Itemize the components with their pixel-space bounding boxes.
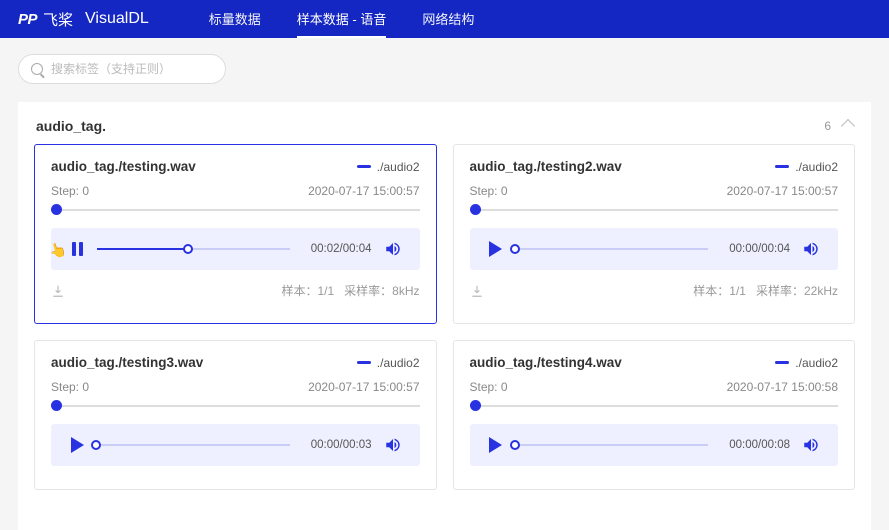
timestamp: 2020-07-17 15:00:57 [308,184,419,198]
brand: PP 飞桨 VisualDL [18,9,149,30]
run-color-icon [357,361,371,364]
play-pause-button[interactable] [488,241,504,257]
step-label: Step: 0 [51,184,89,198]
timestamp: 2020-07-17 15:00:57 [727,184,838,198]
play-pause-button[interactable] [488,437,504,453]
volume-button[interactable] [802,240,820,258]
card-title: audio_tag./testing4.wav [470,355,622,370]
rate-info: 采样率：22kHz [756,282,838,299]
collapse-icon[interactable] [841,119,855,133]
card-run: ./audio2 [775,160,838,174]
section-count: 6 [824,119,831,133]
download-icon[interactable] [51,284,65,298]
step-thumb[interactable] [470,204,481,215]
audio-time: 00:00/00:08 [720,439,790,451]
card-run: ./audio2 [357,160,420,174]
volume-icon [802,436,820,454]
play-pause-button[interactable] [69,241,85,257]
step-slider[interactable] [470,202,839,218]
volume-icon [802,240,820,258]
play-icon [489,241,502,257]
step-label: Step: 0 [470,380,508,394]
searchbar-wrap [0,38,889,94]
play-pause-button[interactable] [69,437,85,453]
sample-info: 样本：1/1 [693,282,746,299]
audio-player: 00:00/00:08 [470,424,839,466]
brand-logo: PP [18,11,37,28]
step-slider[interactable] [51,202,420,218]
rate-info: 采样率：8kHz [344,282,419,299]
card-run: ./audio2 [357,356,420,370]
volume-button[interactable] [384,436,402,454]
run-color-icon [357,165,371,168]
audio-card: audio_tag./testing2.wav ./audio2 Step: 0… [453,144,856,324]
pause-icon [72,242,83,256]
audio-card: audio_tag./testing4.wav ./audio2 Step: 0… [453,340,856,490]
audio-time: 00:02/00:04 [302,243,372,255]
step-thumb[interactable] [51,204,62,215]
tab-sample-audio[interactable]: 样本数据 - 语音 [297,0,387,38]
run-label: ./audio2 [377,160,420,174]
timestamp: 2020-07-17 15:00:57 [308,380,419,394]
audio-section: audio_tag. 6 audio_tag./testing.wav ./au… [18,102,871,530]
audio-thumb[interactable] [91,440,101,450]
section-title: audio_tag. [36,118,106,134]
step-slider[interactable] [51,398,420,414]
download-icon[interactable] [470,284,484,298]
play-icon [71,437,84,453]
card-run: ./audio2 [775,356,838,370]
run-label: ./audio2 [377,356,420,370]
run-label: ./audio2 [795,356,838,370]
audio-progress-slider[interactable] [516,438,709,452]
tab-scalar[interactable]: 标量数据 [209,0,261,38]
audio-card: audio_tag./testing.wav ./audio2 Step: 0 … [34,144,437,324]
audio-time: 00:00/00:03 [302,439,372,451]
top-navbar: PP 飞桨 VisualDL 标量数据 样本数据 - 语音 网络结构 [0,0,889,38]
volume-button[interactable] [802,436,820,454]
tab-graph[interactable]: 网络结构 [422,0,474,38]
audio-progress-slider[interactable] [516,242,709,256]
audio-player: 00:00/00:03 [51,424,420,466]
volume-icon [384,240,402,258]
search-input[interactable] [51,62,213,76]
audio-thumb[interactable] [510,244,520,254]
step-slider[interactable] [470,398,839,414]
search-icon [31,63,43,75]
step-thumb[interactable] [51,400,62,411]
audio-player: 00:02/00:04 👆 [51,228,420,270]
volume-icon [384,436,402,454]
timestamp: 2020-07-17 15:00:58 [727,380,838,394]
card-title: audio_tag./testing.wav [51,159,196,174]
play-icon [489,437,502,453]
audio-thumb[interactable] [510,440,520,450]
nav-tabs: 标量数据 样本数据 - 语音 网络结构 [209,0,475,38]
run-color-icon [775,361,789,364]
brand-cn: 飞桨 [43,9,73,30]
audio-time: 00:00/00:04 [720,243,790,255]
run-label: ./audio2 [795,160,838,174]
audio-player: 00:00/00:04 [470,228,839,270]
sample-info: 样本：1/1 [281,282,334,299]
card-title: audio_tag./testing3.wav [51,355,203,370]
brand-title: VisualDL [85,10,149,28]
audio-thumb[interactable] [183,244,193,254]
volume-button[interactable] [384,240,402,258]
run-color-icon [775,165,789,168]
card-grid: audio_tag./testing.wav ./audio2 Step: 0 … [30,144,859,490]
card-title: audio_tag./testing2.wav [470,159,622,174]
step-label: Step: 0 [51,380,89,394]
audio-progress-slider[interactable] [97,242,290,256]
section-header: audio_tag. 6 [30,118,859,144]
searchbar[interactable] [18,54,226,84]
audio-progress-slider[interactable] [97,438,290,452]
audio-card: audio_tag./testing3.wav ./audio2 Step: 0… [34,340,437,490]
step-label: Step: 0 [470,184,508,198]
step-thumb[interactable] [470,400,481,411]
card-footer: 样本：1/1 采样率：22kHz [470,282,839,299]
card-footer: 样本：1/1 采样率：8kHz [51,282,420,299]
